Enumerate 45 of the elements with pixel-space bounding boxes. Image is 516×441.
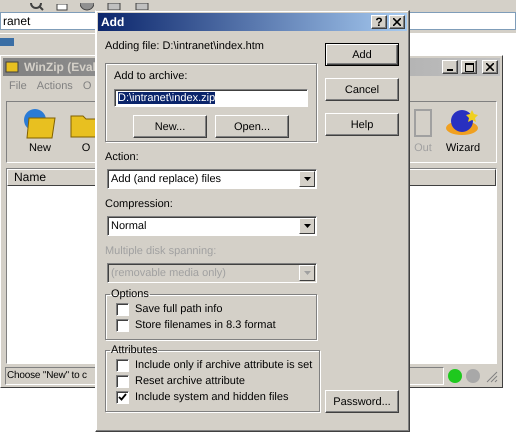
checkbox-label: Include system and hidden files (135, 390, 288, 404)
close-icon (486, 63, 494, 71)
window-title: WinZip (Eval (24, 60, 97, 74)
toolbar-button[interactable]: New (17, 102, 63, 162)
checkbox-label: Save full path info (135, 302, 222, 316)
app-icon (5, 59, 21, 75)
dropdown[interactable]: Normal (107, 216, 317, 236)
field-label: Add to archive: (114, 69, 188, 83)
search-icon[interactable] (30, 3, 44, 11)
close-button[interactable] (482, 60, 498, 74)
dialog-button[interactable]: Add (325, 43, 399, 66)
close-button[interactable] (389, 15, 405, 29)
resize-grip-icon[interactable] (484, 368, 498, 382)
caret-icon (304, 271, 310, 275)
archive-button[interactable]: New... (133, 115, 207, 138)
maximize-icon (464, 62, 474, 72)
maximize-button[interactable] (461, 60, 477, 74)
group-title: Options (110, 288, 150, 301)
caret-icon (304, 224, 310, 228)
toolbar-label: New (28, 142, 51, 154)
dropdown-label: Compression: (105, 197, 174, 211)
toolbar-label: Wizard (446, 142, 480, 154)
archive-field[interactable]: D:\intranet\index.zip (114, 89, 308, 107)
close-icon (393, 18, 401, 26)
dialog-button[interactable]: Help (325, 113, 399, 136)
archive-button[interactable]: Open... (215, 115, 289, 138)
toolbar-button[interactable]: Wizard (438, 102, 488, 162)
checkbox-label: Store filenames in 8.3 format (135, 318, 276, 332)
dialog-title: Add (101, 15, 126, 29)
help-button[interactable]: ? (371, 15, 387, 29)
checkbox[interactable] (116, 302, 129, 316)
dropdown-label: Action: (105, 150, 140, 164)
adding-file-text: Adding file: D:\intranet\index.htm (105, 39, 265, 53)
caret-icon (304, 177, 310, 181)
checkbox[interactable] (116, 318, 129, 332)
password-button[interactable]: Password... (325, 390, 399, 413)
dialog-button[interactable]: Cancel (325, 78, 399, 101)
checkbox[interactable] (116, 390, 129, 404)
checkbox[interactable] (116, 358, 129, 372)
toolbar-label: O (82, 142, 90, 154)
globe-icon[interactable] (80, 3, 94, 11)
checkbox[interactable] (116, 374, 129, 388)
group-title: Attributes (110, 344, 158, 357)
minimize-button[interactable] (442, 60, 458, 74)
dropdown[interactable]: Add (and replace) files (107, 169, 317, 189)
